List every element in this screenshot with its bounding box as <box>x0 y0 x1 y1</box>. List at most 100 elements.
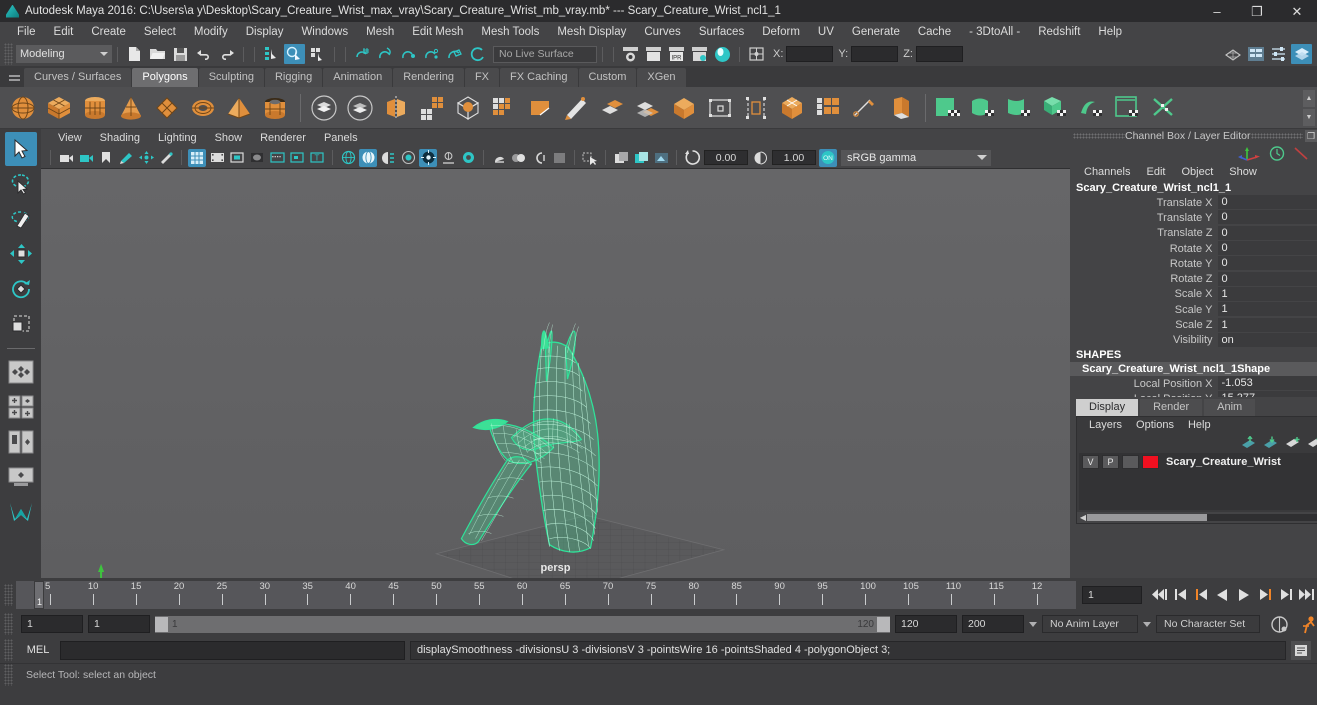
poly-sphere-icon[interactable] <box>6 91 39 124</box>
uv-flow-icon[interactable] <box>1076 91 1109 124</box>
channelbox-menu-show[interactable]: Show <box>1221 166 1265 178</box>
uv-paste-icon[interactable] <box>1004 91 1037 124</box>
layer-list[interactable]: V P Scary_Creature_Wrist <box>1079 453 1317 510</box>
uv-cube-map-icon[interactable] <box>1040 91 1073 124</box>
multi-cut-icon[interactable] <box>559 91 592 124</box>
scale-tool-button[interactable] <box>5 307 37 341</box>
channelbox-menu-edit[interactable]: Edit <box>1138 166 1173 178</box>
color-management-selector[interactable]: sRGB gamma <box>841 149 991 166</box>
layer-menu-layers[interactable]: Layers <box>1082 419 1129 431</box>
film-gate-mask-icon[interactable] <box>268 149 286 167</box>
snap-to-view-planes-icon[interactable] <box>444 44 465 64</box>
menu-file[interactable]: File <box>8 22 45 42</box>
new-layer-icon[interactable] <box>1285 436 1300 449</box>
panel-menu-shading[interactable]: Shading <box>91 132 149 144</box>
shelf-tab-fx[interactable]: FX <box>464 68 500 87</box>
shelf-scroll-up-icon[interactable]: ▲ <box>1303 90 1315 107</box>
move-layer-down-icon[interactable] <box>1263 436 1278 449</box>
panel-menu-panels[interactable]: Panels <box>315 132 367 144</box>
color-management-toggle-icon[interactable]: ON <box>819 148 837 167</box>
menu-create[interactable]: Create <box>82 22 135 42</box>
uv-transfer-attributes-icon[interactable] <box>932 91 965 124</box>
range-start-handle[interactable] <box>155 616 168 632</box>
statusline-grip-handle[interactable] <box>4 43 13 65</box>
panel-menu-renderer[interactable]: Renderer <box>251 132 315 144</box>
menu-mesh-display[interactable]: Mesh Display <box>548 22 635 42</box>
target-weld-icon[interactable] <box>595 91 628 124</box>
layer-list-scrollbar[interactable]: ◀ ▶ <box>1077 512 1317 523</box>
coord-z-field[interactable] <box>915 46 963 62</box>
uv-editor-icon[interactable] <box>667 91 700 124</box>
gamma-icon[interactable] <box>751 149 769 167</box>
exposure-icon[interactable] <box>683 149 701 167</box>
uv-unfold-icon[interactable] <box>883 91 916 124</box>
layer-playback-toggle[interactable]: P <box>1102 455 1119 469</box>
channel-row[interactable]: Translate Y 0 <box>1070 210 1317 226</box>
boolean-union-icon[interactable] <box>307 91 340 124</box>
manipulator-speed-icon[interactable] <box>1268 145 1286 162</box>
hypershade-icon[interactable] <box>712 44 733 64</box>
make-live-icon[interactable] <box>467 44 488 64</box>
mel-command-input[interactable] <box>60 640 405 660</box>
layer-color-swatch[interactable] <box>1142 455 1159 469</box>
move-layer-up-icon[interactable] <box>1241 435 1256 449</box>
poly-cube-icon[interactable] <box>42 91 75 124</box>
channel-row[interactable]: Translate X 0 <box>1070 195 1317 211</box>
single-pane-layout-button[interactable] <box>5 355 37 389</box>
redo-icon[interactable] <box>216 44 237 64</box>
go-to-end-icon[interactable] <box>1296 585 1317 605</box>
channel-value-field[interactable]: 0 <box>1217 195 1317 211</box>
play-backwards-icon[interactable] <box>1212 585 1233 605</box>
uv-cut-icon[interactable] <box>1148 91 1181 124</box>
uv-automatic-icon[interactable] <box>775 91 808 124</box>
uv-editor-window-icon[interactable] <box>1112 91 1145 124</box>
channel-value-field[interactable]: 15.277 <box>1217 391 1317 397</box>
shelf-tab-rigging[interactable]: Rigging <box>264 68 323 87</box>
menu-mesh[interactable]: Mesh <box>357 22 403 42</box>
mirror-geometry-icon[interactable] <box>379 91 412 124</box>
channel-value-field[interactable]: 1 <box>1217 286 1317 302</box>
render-region-icon[interactable] <box>652 149 670 167</box>
go-to-start-icon[interactable] <box>1149 585 1170 605</box>
select-by-object-type-icon[interactable] <box>284 44 305 64</box>
isolate-select-icon[interactable] <box>581 149 599 167</box>
poly-torus-icon[interactable] <box>186 91 219 124</box>
channel-row[interactable]: Rotate Z 0 <box>1070 271 1317 287</box>
menu-deform[interactable]: Deform <box>753 22 809 42</box>
combine-mesh-icon[interactable] <box>415 91 448 124</box>
show-attribute-editor-icon[interactable] <box>1245 44 1266 64</box>
new-scene-icon[interactable] <box>124 44 145 64</box>
lasso-select-tool-button[interactable] <box>5 167 37 201</box>
channel-row[interactable]: Rotate Y 0 <box>1070 256 1317 272</box>
menu-mesh-tools[interactable]: Mesh Tools <box>472 22 548 42</box>
channel-row[interactable]: Visibility on <box>1070 332 1317 348</box>
xray-active-components-icon[interactable] <box>550 149 568 167</box>
channel-value-field[interactable]: 0 <box>1217 271 1317 287</box>
render-current-frame-icon[interactable] <box>620 44 641 64</box>
save-scene-icon[interactable] <box>170 44 191 64</box>
smooth-shading-icon[interactable] <box>359 148 377 167</box>
new-layer-from-selected-icon[interactable] <box>1307 436 1317 449</box>
channel-value-field[interactable]: 0 <box>1217 256 1317 272</box>
smooth-mesh-icon[interactable] <box>451 91 484 124</box>
menu-redshift[interactable]: Redshift <box>1029 22 1089 42</box>
resolution-gate-icon[interactable] <box>228 149 246 167</box>
shelf-tab-custom[interactable]: Custom <box>578 68 637 87</box>
grid-toggle-icon[interactable] <box>188 148 206 167</box>
gate-mask-icon[interactable] <box>248 149 266 167</box>
textured-shading-icon[interactable] <box>399 149 417 167</box>
exposure-tool-icon[interactable] <box>288 149 306 167</box>
range-slider-grip-handle[interactable] <box>4 613 13 635</box>
shelf-tab-xgen[interactable]: XGen <box>637 68 686 87</box>
panel-drag-handle[interactable] <box>1073 133 1125 139</box>
channel-value-field[interactable]: 0 <box>1217 225 1317 241</box>
image-plane-icon[interactable] <box>117 149 135 167</box>
show-tool-settings-icon[interactable] <box>1268 44 1289 64</box>
channel-row[interactable]: Scale X 1 <box>1070 286 1317 302</box>
character-set-selector[interactable]: No Character Set <box>1156 615 1260 633</box>
shape-node-name[interactable]: Scary_Creature_Wrist_ncl1_1Shape <box>1070 361 1317 376</box>
grease-pencil-icon[interactable] <box>157 149 175 167</box>
time-slider-track[interactable]: 1 5 10 15 20 25 30 35 40 45 50 55 60 65 70 75 80 85 90 95 1… <box>16 580 1076 609</box>
menu-3dtoall[interactable]: - 3DtoAll - <box>960 22 1029 42</box>
layer-visibility-toggle[interactable]: V <box>1082 455 1099 469</box>
